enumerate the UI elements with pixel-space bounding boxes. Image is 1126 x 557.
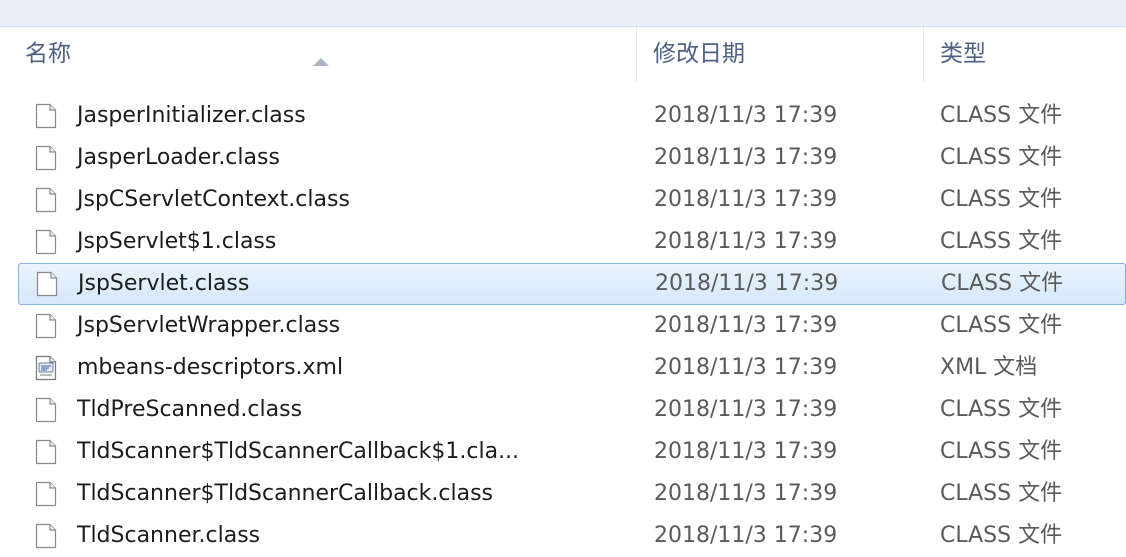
file-type: CLASS 文件 (940, 481, 1063, 506)
file-modified-date: 2018/11/3 17:39 (654, 523, 838, 548)
file-type: CLASS 文件 (940, 313, 1063, 338)
file-type: CLASS 文件 (940, 229, 1063, 254)
file-modified-date: 2018/11/3 17:39 (654, 397, 838, 422)
file-row[interactable]: JspCServletContext.class 2018/11/3 17:39 C… (0, 179, 1126, 221)
file-modified-date: 2018/11/3 17:39 (654, 439, 838, 464)
file-row[interactable]: JspServletWrapper.class 2018/11/3 17:39 CL… (0, 305, 1126, 347)
column-header-type[interactable]: 类型 (923, 27, 1126, 82)
file-modified-date: 2018/11/3 17:39 (654, 103, 838, 128)
file-row[interactable]: JspServlet$1.class 2018/11/3 17:39 CLASS 文… (0, 221, 1126, 263)
file-name[interactable]: JasperInitializer.class (77, 95, 306, 137)
file-modified-date: 2018/11/3 17:39 (654, 187, 838, 212)
blank-file-icon (35, 313, 57, 339)
file-row[interactable]: TldScanner.class 2018/11/3 17:39 CLASS 文件 (0, 515, 1126, 557)
sort-ascending-icon (313, 58, 329, 66)
file-name[interactable]: TldScanner$TldScannerCallback$1.cla... (77, 431, 519, 473)
file-type: CLASS 文件 (941, 271, 1064, 296)
file-name[interactable]: TldScanner$TldScannerCallback.class (77, 473, 493, 515)
file-modified-date: 2018/11/3 17:39 (654, 145, 838, 170)
blank-file-icon (35, 481, 57, 507)
file-list: JasperInitializer.class 2018/11/3 17:39 CL… (0, 95, 1126, 557)
file-type: CLASS 文件 (940, 103, 1063, 128)
file-name[interactable]: JspServletWrapper.class (77, 305, 340, 347)
toolbar-strip (0, 0, 1126, 27)
file-row[interactable]: JasperInitializer.class 2018/11/3 17:39 CL… (0, 95, 1126, 137)
file-modified-date: 2018/11/3 17:39 (655, 271, 839, 296)
file-row[interactable]: TldScanner$TldScannerCallback$1.cla... 20… (0, 431, 1126, 473)
column-header-date[interactable]: 修改日期 (636, 27, 923, 82)
file-type: CLASS 文件 (940, 145, 1063, 170)
blank-file-icon (35, 439, 57, 465)
blank-file-icon (35, 229, 57, 255)
xml-file-icon (35, 355, 57, 381)
file-modified-date: 2018/11/3 17:39 (654, 313, 838, 338)
file-row[interactable]: TldPreScanned.class 2018/11/3 17:39 CLASS … (0, 389, 1126, 431)
file-modified-date: 2018/11/3 17:39 (654, 229, 838, 254)
file-name[interactable]: TldPreScanned.class (77, 389, 302, 431)
file-type: CLASS 文件 (940, 187, 1063, 212)
file-row[interactable]: JspServlet.class 2018/11/3 17:39 CLASS 文件 (18, 263, 1126, 305)
file-modified-date: 2018/11/3 17:39 (654, 481, 838, 506)
file-row[interactable]: TldScanner$TldScannerCallback.class 2018/… (0, 473, 1126, 515)
blank-file-icon (36, 271, 58, 297)
file-type: CLASS 文件 (940, 397, 1063, 422)
file-modified-date: 2018/11/3 17:39 (654, 355, 838, 380)
file-name[interactable]: JspServlet.class (78, 263, 249, 305)
file-type: XML 文档 (940, 355, 1038, 380)
blank-file-icon (35, 103, 57, 129)
file-explorer-window: 名称 修改日期 类型 JasperInitializer.class 2018/1… (0, 0, 1126, 557)
file-row[interactable]: mbeans-descriptors.xml 2018/11/3 17:39 XML… (0, 347, 1126, 389)
file-name[interactable]: TldScanner.class (77, 515, 260, 557)
column-header-name[interactable]: 名称 (0, 27, 636, 82)
blank-file-icon (35, 523, 57, 549)
column-header-bar: 名称 修改日期 类型 (0, 27, 1126, 82)
file-name[interactable]: JasperLoader.class (77, 137, 280, 179)
blank-file-icon (35, 397, 57, 423)
file-type: CLASS 文件 (940, 523, 1063, 548)
file-name[interactable]: JspCServletContext.class (77, 179, 350, 221)
blank-file-icon (35, 145, 57, 171)
file-name[interactable]: mbeans-descriptors.xml (77, 347, 343, 389)
file-type: CLASS 文件 (940, 439, 1063, 464)
file-row[interactable]: JasperLoader.class 2018/11/3 17:39 CLASS 文… (0, 137, 1126, 179)
blank-file-icon (35, 187, 57, 213)
file-name[interactable]: JspServlet$1.class (77, 221, 276, 263)
